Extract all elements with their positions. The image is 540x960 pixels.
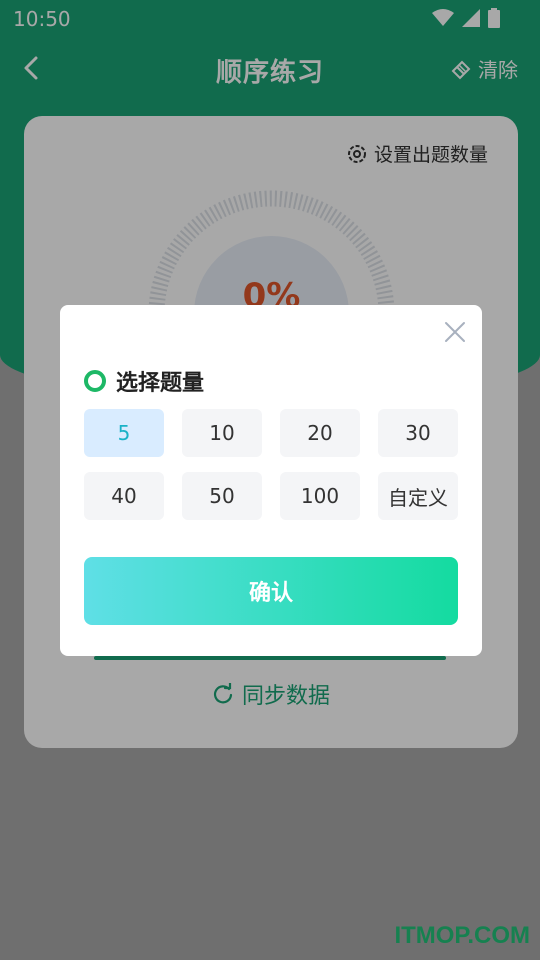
option-5[interactable]: 5 xyxy=(84,409,164,457)
confirm-button[interactable]: 确认 xyxy=(84,557,458,625)
option-30[interactable]: 30 xyxy=(378,409,458,457)
option-20[interactable]: 20 xyxy=(280,409,360,457)
option-custom[interactable]: 自定义 xyxy=(378,472,458,520)
option-10[interactable]: 10 xyxy=(182,409,262,457)
option-100[interactable]: 100 xyxy=(280,472,360,520)
option-grid: 5 10 20 30 40 50 100 自定义 xyxy=(84,409,458,520)
radio-dot-icon xyxy=(84,370,106,392)
option-40[interactable]: 40 xyxy=(84,472,164,520)
question-count-dialog: 选择题量 5 10 20 30 40 50 100 自定义 确认 xyxy=(60,305,482,656)
option-50[interactable]: 50 xyxy=(182,472,262,520)
dialog-heading-label: 选择题量 xyxy=(116,371,205,396)
close-icon[interactable] xyxy=(444,321,466,343)
dialog-heading: 选择题量 xyxy=(84,365,204,397)
